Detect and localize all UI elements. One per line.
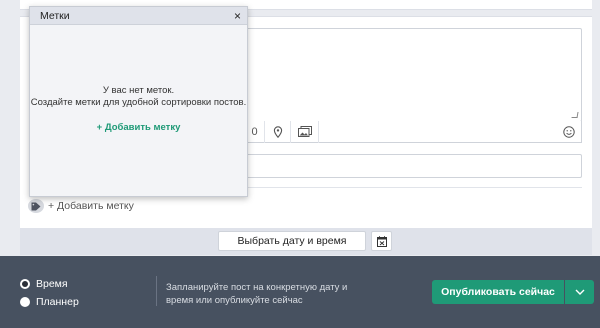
publish-footer: Время Планнер Запланируйте пост на конкр… [0, 256, 600, 328]
location-pin-icon[interactable] [265, 120, 291, 143]
tags-popover-header: Метки × [30, 7, 247, 25]
option-planner[interactable]: Планнер [20, 296, 79, 308]
tags-empty-message: У вас нет меток. Создайте метки для удоб… [30, 85, 247, 109]
radio-planner[interactable] [20, 297, 30, 307]
footer-separator [156, 276, 157, 306]
tags-popover: Метки × У вас нет меток. Создайте метки … [29, 6, 248, 197]
chevron-down-icon[interactable] [565, 280, 594, 304]
tags-popover-title: Метки [40, 9, 70, 22]
add-tag-link[interactable]: + Добавить метку [48, 200, 134, 212]
option-time-label: Время [36, 278, 68, 290]
empty-line-2: Создайте метки для удобной сортировки по… [30, 97, 247, 108]
right-gutter [592, 0, 600, 256]
divider [244, 187, 582, 188]
left-gutter [0, 0, 20, 256]
add-tag-row[interactable]: + Добавить метку [28, 198, 134, 214]
calendar-clear-icon[interactable] [371, 231, 392, 251]
popover-add-tag-link[interactable]: + Добавить метку [30, 122, 247, 133]
publish-now-button[interactable]: Опубликовать сейчас [432, 280, 564, 304]
resize-handle-icon[interactable] [571, 112, 579, 118]
tag-icon [28, 199, 44, 213]
secondary-input[interactable] [244, 154, 582, 178]
schedule-hint: Запланируйте пост на конкретную дату и в… [166, 282, 348, 306]
option-time[interactable]: Время [20, 278, 68, 290]
emoji-icon[interactable] [557, 121, 581, 143]
select-date-button[interactable]: Выбрать дату и время [218, 231, 366, 251]
radio-time[interactable] [20, 279, 30, 289]
empty-line-1: У вас нет меток. [102, 85, 175, 96]
post-editor: 0 + Добавить метку Выбрать дату и время … [0, 0, 600, 328]
gallery-icon[interactable] [291, 120, 319, 143]
close-icon[interactable]: × [234, 10, 241, 22]
composer-toolbar: 0 [244, 120, 582, 143]
char-counter: 0 [245, 120, 265, 143]
post-text-area[interactable] [244, 28, 582, 122]
option-planner-label: Планнер [36, 296, 79, 308]
